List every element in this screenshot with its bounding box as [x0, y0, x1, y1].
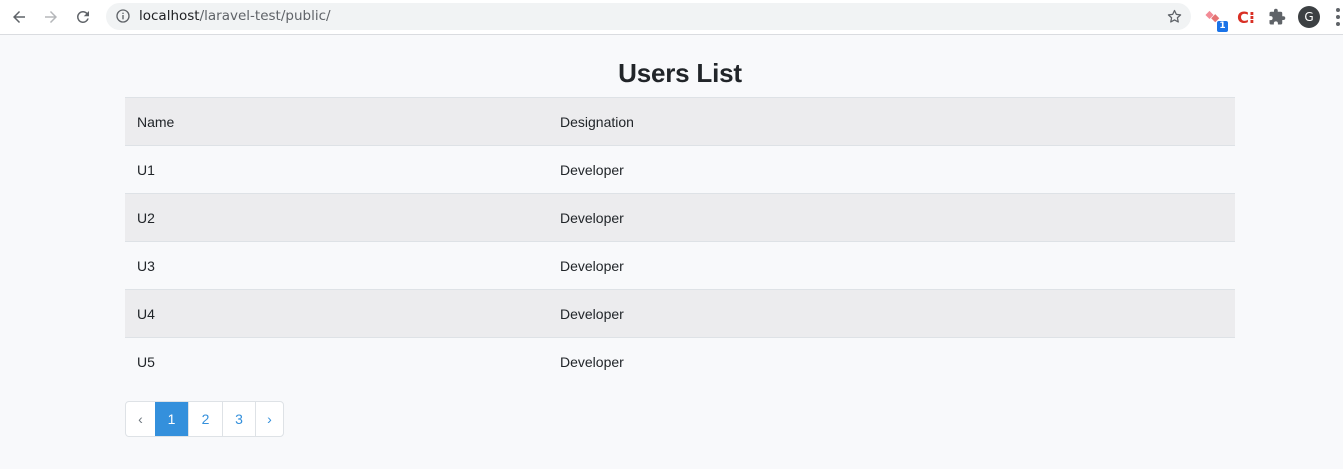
- user-name-cell: U3: [125, 241, 548, 290]
- user-name-cell: U1: [125, 145, 548, 194]
- table-row: U3 Developer: [125, 241, 1235, 290]
- url-host: localhost: [139, 8, 200, 24]
- user-designation-cell: Developer: [548, 289, 1235, 338]
- menu-dot: [1336, 22, 1340, 26]
- puzzle-icon: [1269, 8, 1286, 25]
- url-text: localhost/laravel-test/public/: [139, 8, 331, 25]
- pagination-next-button[interactable]: ›: [255, 402, 283, 436]
- extension-1-button[interactable]: 1: [1203, 6, 1228, 32]
- menu-dot: [1336, 8, 1340, 12]
- address-bar[interactable]: localhost/laravel-test/public/: [106, 3, 1191, 30]
- reload-icon: [76, 10, 89, 23]
- table-row: U2 Developer: [125, 193, 1235, 242]
- extension-2-button[interactable]: C⁝: [1235, 6, 1257, 28]
- bookmark-star-icon[interactable]: [1166, 8, 1183, 25]
- column-header-name: Name: [125, 97, 548, 146]
- users-table: Name Designation U1 Developer U2 Develop…: [125, 97, 1235, 386]
- pagination-page-2[interactable]: 2: [188, 402, 222, 436]
- user-designation-cell: Developer: [548, 145, 1235, 194]
- pagination-page-1-active[interactable]: 1: [155, 402, 188, 436]
- extensions-button[interactable]: [1266, 6, 1288, 28]
- forward-button[interactable]: [38, 4, 64, 30]
- extension-badge: 1: [1217, 21, 1228, 32]
- column-header-designation: Designation: [548, 97, 1235, 146]
- user-designation-cell: Developer: [548, 193, 1235, 242]
- extension-2-icon: C⁝: [1237, 7, 1255, 27]
- browser-menu-button[interactable]: [1336, 8, 1343, 26]
- pagination-prev-button: ‹: [138, 411, 143, 427]
- profile-avatar[interactable]: G: [1298, 6, 1320, 28]
- user-name-cell: U2: [125, 193, 548, 242]
- table-row: U1 Developer: [125, 145, 1235, 194]
- user-designation-cell: Developer: [548, 337, 1235, 386]
- menu-dot: [1336, 15, 1340, 19]
- reload-button[interactable]: [70, 4, 96, 30]
- table-row: U4 Developer: [125, 289, 1235, 338]
- url-path: /laravel-test/public/: [199, 8, 331, 24]
- site-info-icon[interactable]: [115, 8, 131, 24]
- table-header-row: Name Designation: [125, 97, 1235, 146]
- table-row: U5 Developer: [125, 337, 1235, 386]
- pagination-page-3[interactable]: 3: [222, 402, 255, 436]
- back-button[interactable]: [6, 4, 32, 30]
- user-designation-cell: Developer: [548, 241, 1235, 290]
- user-name-cell: U4: [125, 289, 548, 338]
- arrow-right-icon: [45, 11, 57, 23]
- pagination: ‹ 1 2 3 ›: [125, 401, 284, 437]
- page-title: Users List: [618, 58, 742, 88]
- arrow-left-icon: [13, 11, 25, 23]
- user-name-cell: U5: [125, 337, 548, 386]
- browser-toolbar: localhost/laravel-test/public/ 1 C⁝ G: [0, 0, 1343, 35]
- profile-initial: G: [1304, 10, 1314, 24]
